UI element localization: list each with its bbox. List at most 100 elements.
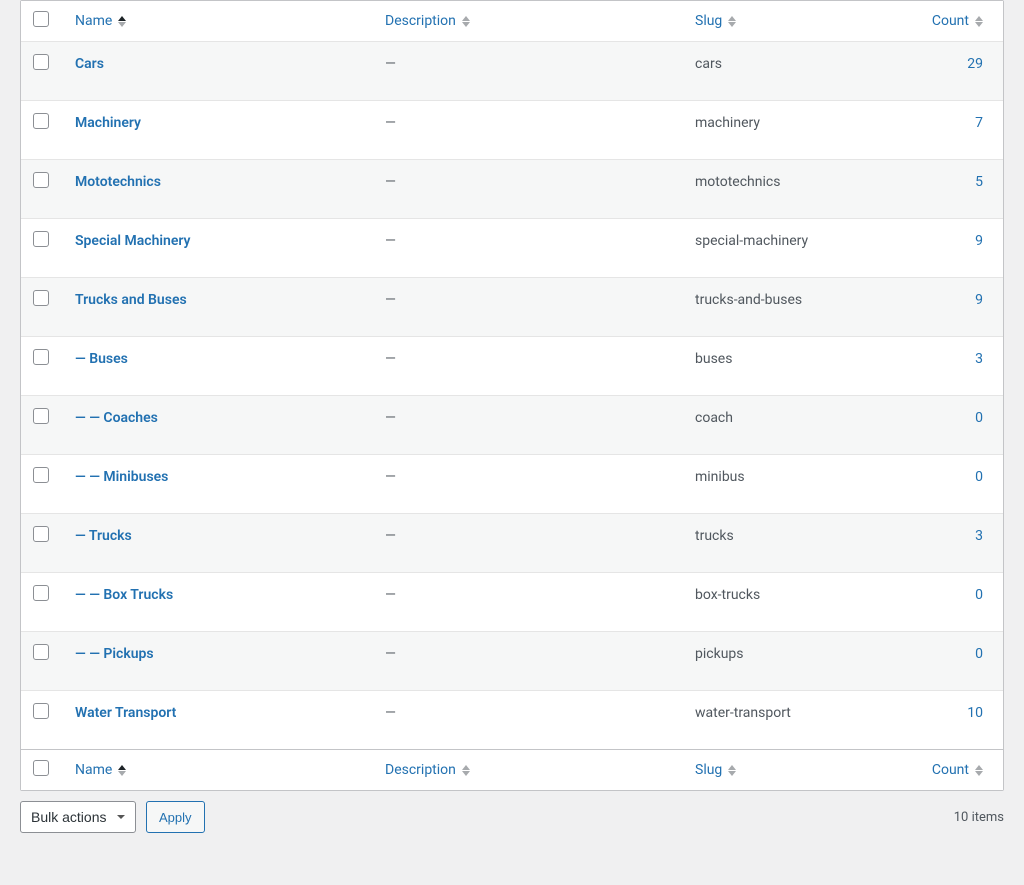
term-description: — [375,455,685,514]
column-label: Description [385,762,456,778]
term-description: — [375,514,685,573]
table-row: — — Coaches —coach 0 [21,396,1003,455]
sort-icon [462,16,470,27]
term-slug: water-transport [685,691,913,750]
term-name-link[interactable]: — Buses [75,351,128,367]
select-all-checkbox-top[interactable] [33,11,49,27]
table-row: Cars —cars 29 [21,42,1003,101]
term-slug: coach [685,396,913,455]
column-label: Name [75,762,112,778]
term-slug: special-machinery [685,219,913,278]
term-name-link[interactable]: Trucks and Buses [75,292,187,308]
column-footer-count[interactable]: Count [932,762,983,778]
term-description: — [375,42,685,101]
term-name-link[interactable]: — Trucks [75,528,132,544]
sort-icon [975,16,983,27]
column-header-description[interactable]: Description [385,13,470,29]
term-description: — [375,573,685,632]
term-count-link[interactable]: 0 [975,587,983,603]
column-label: Name [75,13,112,29]
term-name-link[interactable]: Cars [75,56,104,72]
term-count-link[interactable]: 3 [975,351,983,367]
table-nav-bottom: Bulk actions Apply 10 items [20,791,1004,833]
sort-icon [462,765,470,776]
row-checkbox[interactable] [33,585,49,601]
term-count-link[interactable]: 0 [975,469,983,485]
table-footer-row: Name Description [21,750,1003,791]
table-row: Machinery —machinery 7 [21,101,1003,160]
term-count-link[interactable]: 0 [975,410,983,426]
sort-icon [728,16,736,27]
items-count: 10 items [954,810,1004,825]
term-count-link[interactable]: 9 [975,233,983,249]
term-description: — [375,160,685,219]
term-slug: minibus [685,455,913,514]
term-count-link[interactable]: 7 [975,115,983,131]
column-label: Slug [695,762,722,778]
table-row: — — Minibuses —minibus 0 [21,455,1003,514]
term-name-link[interactable]: Machinery [75,115,141,131]
row-checkbox[interactable] [33,231,49,247]
column-footer-name[interactable]: Name [75,762,126,778]
table-row: — Trucks —trucks 3 [21,514,1003,573]
term-slug: box-trucks [685,573,913,632]
term-slug: machinery [685,101,913,160]
term-name-link[interactable]: — — Coaches [75,410,158,426]
term-description: — [375,219,685,278]
column-label: Slug [695,13,722,29]
column-label: Count [932,762,969,778]
term-slug: cars [685,42,913,101]
term-count-link[interactable]: 10 [967,705,983,721]
table-row: — Buses—buses3 [21,337,1003,396]
bulk-actions: Bulk actions Apply [20,801,205,833]
row-checkbox[interactable] [33,408,49,424]
term-name-link[interactable]: — — Pickups [75,646,154,662]
sort-icon [728,765,736,776]
row-checkbox[interactable] [33,526,49,542]
term-description: — [375,691,685,750]
term-slug: trucks [685,514,913,573]
table-row: Water Transport —water-transport 10 [21,691,1003,750]
bulk-actions-select[interactable]: Bulk actions [20,801,136,833]
row-checkbox[interactable] [33,703,49,719]
term-name-link[interactable]: — — Box Trucks [75,587,173,603]
term-description: — [375,396,685,455]
column-header-count[interactable]: Count [932,13,983,29]
term-count-link[interactable]: 29 [967,56,983,72]
column-header-name[interactable]: Name [75,13,126,29]
table-row: Mototechnics —mototechnics 5 [21,160,1003,219]
term-description: — [375,101,685,160]
row-checkbox[interactable] [33,54,49,70]
term-slug: trucks-and-buses [685,278,913,337]
apply-button[interactable]: Apply [146,801,205,833]
term-name-link[interactable]: — — Minibuses [75,469,168,485]
term-description: — [375,278,685,337]
terms-table: Name Description [21,1,1003,790]
column-label: Description [385,13,456,29]
row-checkbox[interactable] [33,113,49,129]
term-count-link[interactable]: 0 [975,646,983,662]
row-checkbox[interactable] [33,644,49,660]
row-checkbox[interactable] [33,290,49,306]
term-count-link[interactable]: 3 [975,528,983,544]
term-slug: pickups [685,632,913,691]
term-description: — [375,632,685,691]
term-name-link[interactable]: Special Machinery [75,233,191,249]
column-header-slug[interactable]: Slug [695,13,736,29]
term-count-link[interactable]: 5 [975,174,983,190]
column-footer-slug[interactable]: Slug [695,762,736,778]
row-checkbox[interactable] [33,172,49,188]
term-name-link[interactable]: Water Transport [75,705,176,721]
term-name-link[interactable]: Mototechnics [75,174,161,190]
sort-icon [118,765,126,776]
sort-icon [118,16,126,27]
row-checkbox[interactable] [33,349,49,365]
select-all-checkbox-bottom[interactable] [33,760,49,776]
table-row: Trucks and Buses —trucks-and-buses 9 [21,278,1003,337]
sort-icon [975,765,983,776]
term-count-link[interactable]: 9 [975,292,983,308]
term-slug: mototechnics [685,160,913,219]
column-footer-description[interactable]: Description [385,762,470,778]
table-row: — — Box Trucks —box-trucks 0 [21,573,1003,632]
row-checkbox[interactable] [33,467,49,483]
